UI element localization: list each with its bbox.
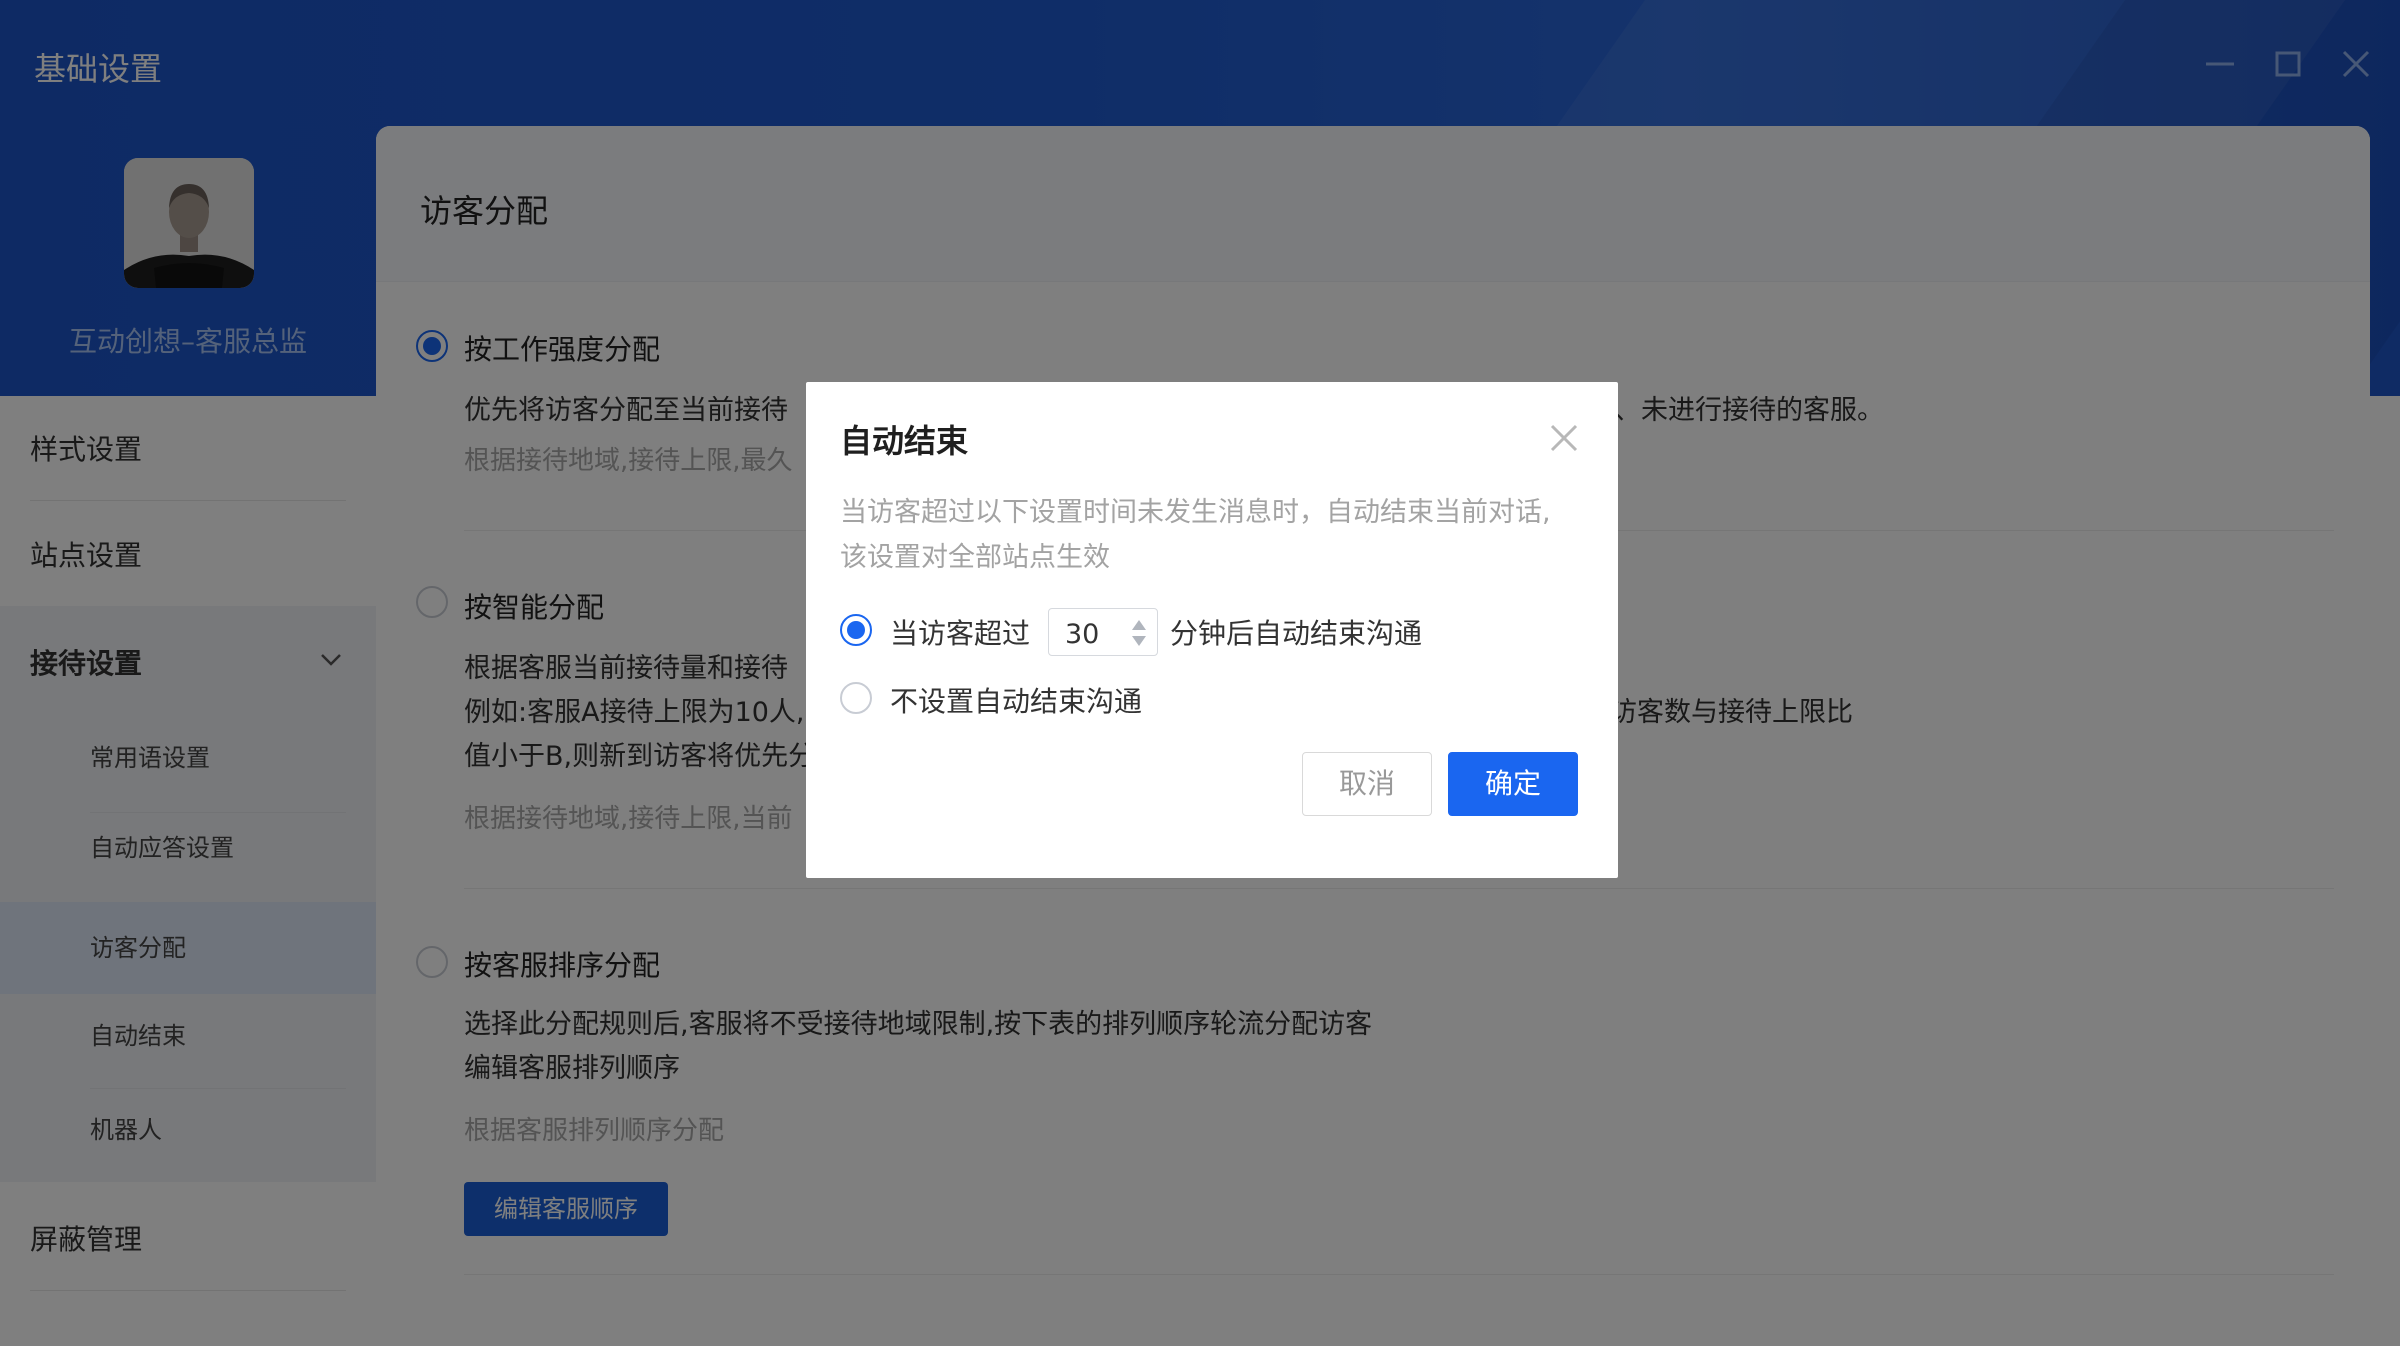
- window-bottom-edge: [0, 1346, 2400, 1350]
- minutes-input[interactable]: [1065, 617, 1125, 651]
- option-label: 不设置自动结束沟通: [890, 685, 1143, 718]
- dialog-desc-line: 该设置对全部站点生效: [840, 542, 1110, 573]
- minutes-stepper[interactable]: [1048, 608, 1158, 656]
- dialog-desc-line: 当访客超过以下设置时间未发生消息时，自动结束当前对话,: [840, 497, 1551, 528]
- auto-end-dialog: 自动结束 当访客超过以下设置时间未发生消息时，自动结束当前对话, 该设置对全部站…: [806, 382, 1618, 878]
- cancel-button[interactable]: 取消: [1302, 752, 1432, 816]
- radio-auto-end-after[interactable]: [840, 614, 872, 646]
- stepper-arrows-icon[interactable]: [1129, 615, 1149, 651]
- option-label: 分钟后自动结束沟通: [1170, 617, 1423, 650]
- option-label: 当访客超过: [890, 617, 1031, 650]
- dialog-description: 当访客超过以下设置时间未发生消息时，自动结束当前对话, 该设置对全部站点生效: [840, 490, 1551, 580]
- confirm-button[interactable]: 确定: [1448, 752, 1578, 816]
- close-icon[interactable]: [1544, 418, 1584, 458]
- radio-no-auto-end[interactable]: [840, 682, 872, 714]
- dialog-title: 自动结束: [840, 422, 969, 460]
